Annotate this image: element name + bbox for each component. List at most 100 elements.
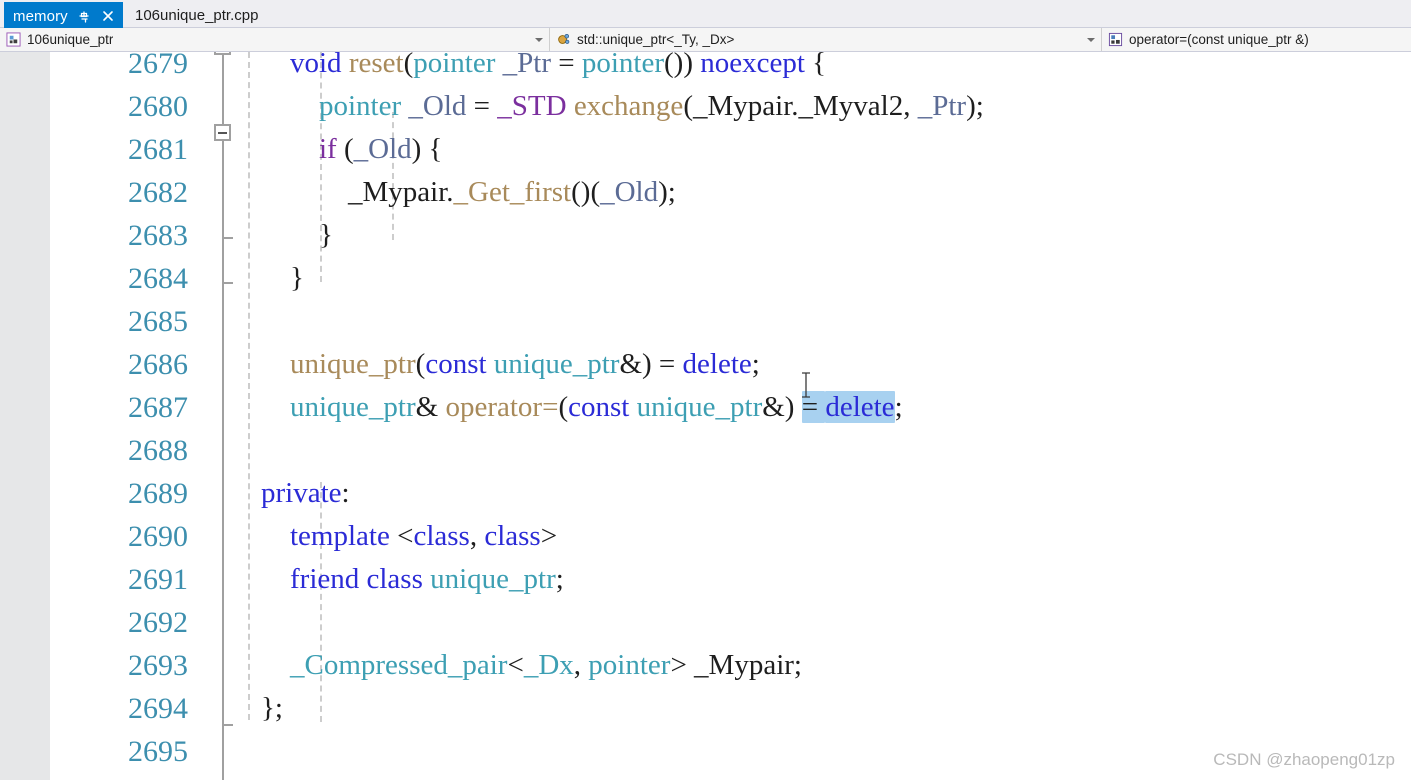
- code-line[interactable]: }: [232, 214, 333, 257]
- tab-106unique-ptr-cpp[interactable]: 106unique_ptr.cpp: [127, 2, 266, 28]
- code-token: friend: [290, 563, 360, 595]
- member-dropdown-label: operator=(const unique_ptr &): [1129, 32, 1309, 47]
- chevron-down-icon[interactable]: [1087, 37, 1095, 42]
- code-token: operator=: [445, 391, 559, 423]
- code-token: :: [341, 477, 350, 509]
- cpp-project-icon: [6, 32, 21, 47]
- code-token: }: [232, 219, 333, 251]
- code-line[interactable]: };: [232, 687, 283, 730]
- line-number: 2679: [128, 52, 188, 80]
- line-number: 2692: [128, 606, 188, 639]
- project-dropdown-label: 106unique_ptr: [27, 32, 114, 47]
- code-token: _Mypair: [348, 176, 447, 208]
- code-token: (: [415, 348, 426, 380]
- code-token: &: [415, 391, 446, 423]
- code-token: ;: [894, 391, 903, 423]
- code-line[interactable]: private:: [232, 472, 350, 515]
- chevron-down-icon[interactable]: [535, 37, 543, 42]
- code-token: private: [261, 477, 342, 509]
- code-token: _Old: [600, 176, 659, 208]
- tab-106unique-ptr-cpp-label: 106unique_ptr.cpp: [135, 6, 259, 24]
- line-number: 2686: [128, 348, 188, 381]
- code-editor[interactable]: 2679 2680 2681 2682 2683 2684 2685 2686 2687 2688…: [0, 52, 1411, 780]
- line-number: 2690: [128, 520, 188, 553]
- line-number: 2683: [128, 219, 188, 252]
- code-token: ) {: [411, 133, 443, 165]
- code-text-surface[interactable]: void reset(pointer _Ptr = pointer()) noe…: [232, 52, 1411, 780]
- code-token: delete: [682, 348, 752, 380]
- code-token: );: [658, 176, 676, 208]
- pin-icon[interactable]: [76, 8, 92, 24]
- code-token: const: [425, 348, 487, 380]
- code-token: exchange: [573, 90, 684, 122]
- code-line[interactable]: if (_Old) {: [232, 128, 442, 171]
- code-token: ,: [903, 90, 918, 122]
- tab-memory[interactable]: memory: [4, 2, 123, 28]
- line-number: 2688: [128, 434, 188, 467]
- code-token: _Old: [353, 133, 412, 165]
- code-token: (: [683, 90, 693, 122]
- code-line[interactable]: _Mypair._Get_first()(_Old);: [232, 171, 676, 214]
- code-line[interactable]: unique_ptr& operator=(const unique_ptr&)…: [232, 386, 903, 429]
- fold-collapse-box[interactable]: [214, 124, 231, 141]
- line-number: 2691: [128, 563, 188, 596]
- code-token: (: [403, 52, 414, 79]
- code-token: template: [290, 520, 390, 552]
- code-token-selected: =: [801, 391, 826, 423]
- code-token: >: [540, 520, 558, 552]
- close-icon[interactable]: [100, 8, 116, 24]
- line-number: 2684: [128, 262, 188, 295]
- csdn-watermark: CSDN @zhaopeng01zp: [1213, 750, 1395, 769]
- code-line[interactable]: friend class unique_ptr;: [232, 558, 564, 601]
- line-number: 2681: [128, 133, 188, 166]
- code-line[interactable]: template <class, class>: [232, 515, 557, 558]
- code-line[interactable]: void reset(pointer _Ptr = pointer()) noe…: [232, 52, 826, 85]
- code-token: _Mypair: [692, 90, 792, 122]
- code-token: class: [484, 520, 541, 552]
- code-token: unique_ptr: [636, 391, 763, 423]
- code-token: <: [389, 520, 414, 552]
- outlining-margin[interactable]: [198, 52, 233, 780]
- code-token: unique_ptr: [290, 391, 416, 423]
- class-member-icon: [556, 32, 571, 47]
- code-token: if: [319, 133, 337, 165]
- line-number: 2682: [128, 176, 188, 209]
- code-token: noexcept: [700, 52, 805, 79]
- code-line[interactable]: _Compressed_pair<_Dx, pointer> _Mypair;: [232, 644, 802, 687]
- code-token: &) =: [619, 348, 683, 380]
- code-token: pointer: [588, 649, 671, 681]
- code-token: .: [791, 90, 799, 122]
- code-token: ,: [573, 649, 589, 681]
- code-token: reset: [348, 52, 404, 79]
- code-token: ()(: [571, 176, 601, 208]
- code-token: =: [550, 52, 582, 79]
- code-token: void: [290, 52, 342, 79]
- code-line[interactable]: unique_ptr(const unique_ptr&) = delete;: [232, 343, 760, 386]
- code-token: _STD: [497, 90, 567, 122]
- line-number: 2685: [128, 305, 188, 338]
- type-dropdown[interactable]: std::unique_ptr<_Ty, _Dx>: [550, 28, 1102, 51]
- code-token: unique_ptr: [290, 348, 416, 380]
- fold-collapse-box[interactable]: [214, 52, 231, 55]
- code-token: _Mypair: [694, 649, 794, 681]
- project-dropdown[interactable]: 106unique_ptr: [0, 28, 550, 51]
- code-token: (: [558, 391, 569, 423]
- code-line[interactable]: pointer _Old = _STD exchange(_Mypair._My…: [232, 85, 984, 128]
- code-token: _Compressed_pair: [290, 649, 508, 681]
- code-token: ,: [469, 520, 485, 552]
- member-dropdown[interactable]: operator=(const unique_ptr &): [1102, 28, 1411, 51]
- code-line[interactable]: }: [232, 257, 304, 300]
- code-token: .: [446, 176, 454, 208]
- code-token: pointer: [413, 52, 496, 79]
- code-token: _Ptr: [502, 52, 551, 79]
